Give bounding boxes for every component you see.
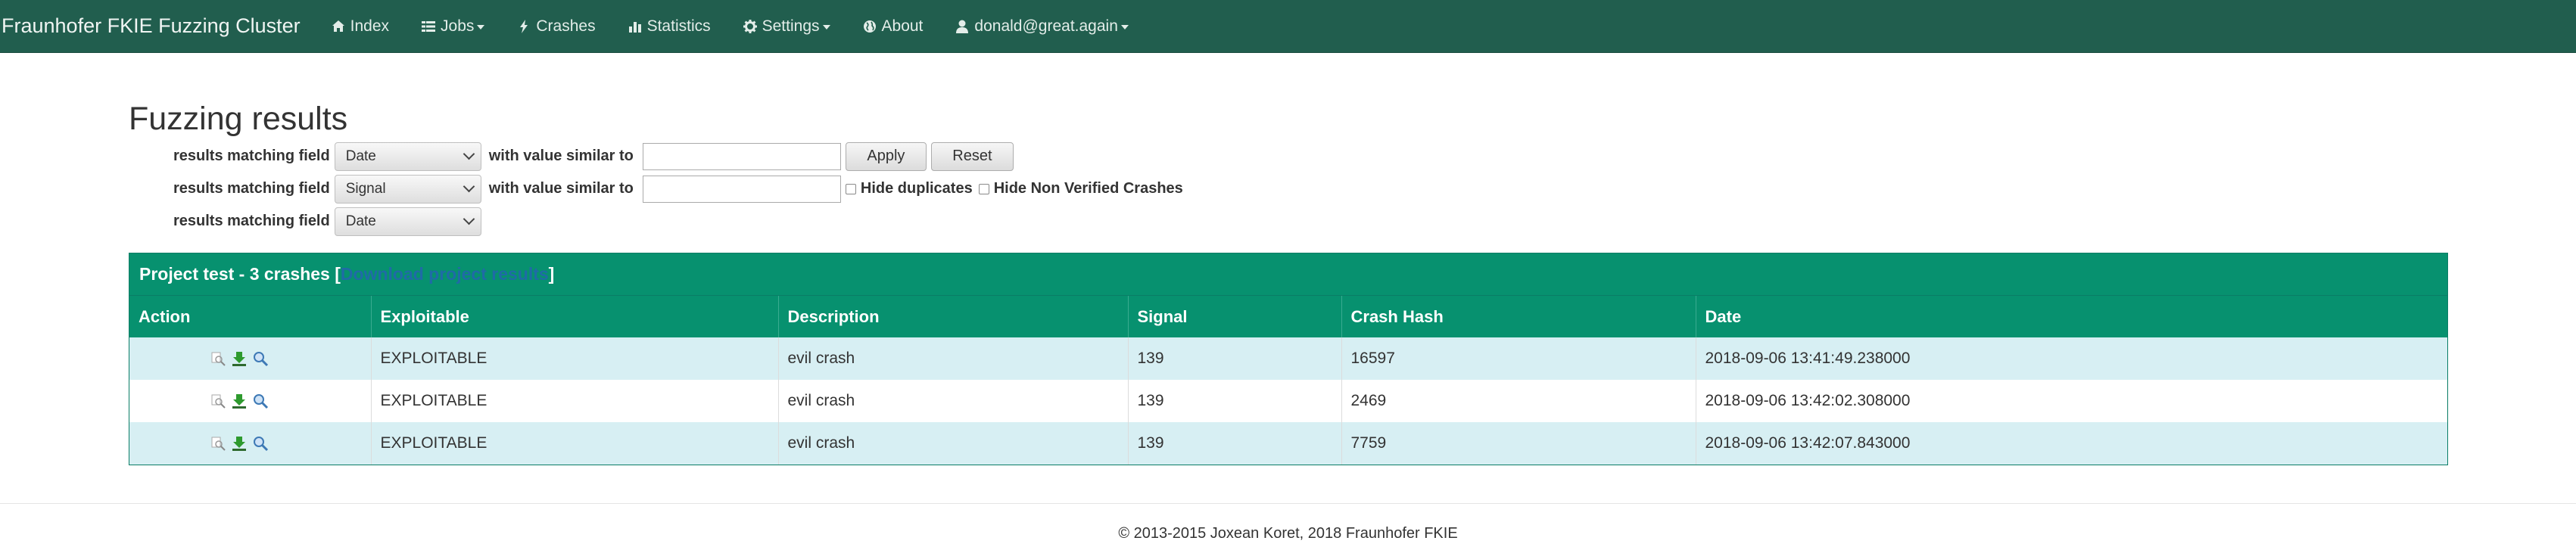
column-header-description[interactable]: Description <box>778 296 1129 337</box>
download-results-link[interactable]: Download project results <box>341 264 549 284</box>
value-label: with value similar to <box>488 180 634 197</box>
nav-jobs[interactable]: Jobs <box>421 17 485 36</box>
value-label: with value similar to <box>488 148 634 164</box>
filter-label: results matching field <box>173 213 330 229</box>
column-header-action[interactable]: Action <box>129 296 372 337</box>
nav-crashes-label: Crashes <box>536 17 596 35</box>
date-cell: 2018-09-06 13:41:49.238000 <box>1696 337 2447 380</box>
exploitable-cell: EXPLOITABLE <box>371 422 779 465</box>
chevron-down-icon <box>463 148 475 160</box>
action-cell <box>129 422 372 465</box>
field-select-value: Date <box>345 148 376 164</box>
value-input[interactable] <box>642 142 841 170</box>
nav-statistics[interactable]: Statistics <box>628 17 711 36</box>
nav-settings[interactable]: Settings <box>743 17 830 36</box>
exploitable-cell: EXPLOITABLE <box>371 337 779 380</box>
signal-cell: 139 <box>1128 380 1342 422</box>
filter-row-3: results matching field Date <box>173 205 2448 238</box>
table-row[interactable]: EXPLOITABLE evil crash 139 7759 2018-09-… <box>129 422 2447 465</box>
view-icon[interactable] <box>210 393 226 409</box>
user-icon <box>955 19 970 34</box>
project-heading: Project test - 3 crashes [ Download proj… <box>129 253 2447 296</box>
download-icon[interactable] <box>231 435 248 452</box>
gear-icon <box>743 19 758 34</box>
bolt-icon <box>516 19 531 34</box>
nav-about-label: About <box>881 17 924 35</box>
date-cell: 2018-09-06 13:42:07.843000 <box>1696 422 2447 465</box>
search-icon[interactable] <box>252 393 269 409</box>
column-header-crash-hash[interactable]: Crash Hash <box>1341 296 1696 337</box>
bar-chart-icon <box>628 19 643 34</box>
action-cell <box>129 380 372 422</box>
signal-cell: 139 <box>1128 337 1342 380</box>
nav-crashes[interactable]: Crashes <box>516 17 596 36</box>
nav-index[interactable]: Index <box>331 17 389 36</box>
search-icon[interactable] <box>252 350 269 367</box>
table-header-row: Action Exploitable Description Signal Cr… <box>129 296 2447 337</box>
nav-settings-label: Settings <box>762 17 820 35</box>
table-row[interactable]: EXPLOITABLE evil crash 139 2469 2018-09-… <box>129 380 2447 422</box>
column-header-signal[interactable]: Signal <box>1128 296 1342 337</box>
column-header-exploitable[interactable]: Exploitable <box>371 296 779 337</box>
hide-non-verified-label: Hide Non Verified Crashes <box>993 180 1183 197</box>
filter-row-2: results matching field Signal with value… <box>173 172 2448 205</box>
nav-statistics-label: Statistics <box>646 17 711 35</box>
chevron-down-icon <box>477 24 485 30</box>
field-select[interactable]: Date <box>334 141 481 171</box>
results-panel: Project test - 3 crashes [ Download proj… <box>129 253 2448 465</box>
footer-divider <box>0 503 2576 504</box>
globe-icon <box>862 19 877 34</box>
nav-user-label: donald@great.again <box>974 17 1118 35</box>
home-icon <box>331 19 346 34</box>
exploitable-cell: EXPLOITABLE <box>371 380 779 422</box>
chevron-down-icon <box>463 213 475 225</box>
brand[interactable]: Fraunhofer FKIE Fuzzing Cluster <box>0 14 301 38</box>
chevron-down-icon <box>822 24 830 30</box>
hide-duplicates-label: Hide duplicates <box>860 180 973 197</box>
view-icon[interactable] <box>210 435 226 452</box>
field-select[interactable]: Signal <box>334 174 481 204</box>
field-select[interactable]: Date <box>334 207 481 236</box>
results-table: Action Exploitable Description Signal Cr… <box>129 296 2447 465</box>
column-header-date[interactable]: Date <box>1696 296 2447 337</box>
signal-cell: 139 <box>1128 422 1342 465</box>
navbar: Fraunhofer FKIE Fuzzing Cluster Index Jo… <box>0 0 2576 53</box>
description-cell: evil crash <box>778 380 1129 422</box>
crash-hash-cell: 2469 <box>1341 380 1696 422</box>
filter-label: results matching field <box>173 148 330 164</box>
description-cell: evil crash <box>778 337 1129 380</box>
chevron-down-icon <box>463 180 475 193</box>
value-input[interactable] <box>642 175 841 203</box>
filter-label: results matching field <box>173 180 330 197</box>
list-icon <box>421 19 436 34</box>
nav-index-label: Index <box>350 17 390 35</box>
view-icon[interactable] <box>210 350 226 367</box>
field-select-value: Date <box>345 213 376 229</box>
apply-button[interactable]: Apply <box>845 141 927 171</box>
project-heading-end: ] <box>548 264 555 284</box>
crash-hash-cell: 7759 <box>1341 422 1696 465</box>
nav-jobs-label: Jobs <box>441 17 475 35</box>
description-cell: evil crash <box>778 422 1129 465</box>
download-icon[interactable] <box>231 350 248 367</box>
project-heading-text: Project test - 3 crashes [ <box>139 264 341 284</box>
search-icon[interactable] <box>252 435 269 452</box>
date-cell: 2018-09-06 13:42:02.308000 <box>1696 380 2447 422</box>
hide-non-verified-checkbox[interactable] <box>978 183 989 194</box>
chevron-down-icon <box>1120 24 1129 30</box>
hide-duplicates-checkbox[interactable] <box>845 183 856 194</box>
reset-button[interactable]: Reset <box>930 141 1014 171</box>
nav-user[interactable]: donald@great.again <box>955 17 1129 36</box>
download-icon[interactable] <box>231 393 248 409</box>
table-row[interactable]: EXPLOITABLE evil crash 139 16597 2018-09… <box>129 337 2447 380</box>
field-select-value: Signal <box>345 180 386 197</box>
filter-row-1: results matching field Date with value s… <box>173 140 2448 172</box>
crash-hash-cell: 16597 <box>1341 337 1696 380</box>
footer: © 2013-2015 Joxean Koret, 2018 Fraunhofe… <box>1118 525 1458 542</box>
main-container: Fuzzing results results matching field D… <box>129 53 2448 465</box>
page-title: Fuzzing results <box>129 101 348 137</box>
action-cell <box>129 337 372 380</box>
nav-about[interactable]: About <box>862 17 924 36</box>
